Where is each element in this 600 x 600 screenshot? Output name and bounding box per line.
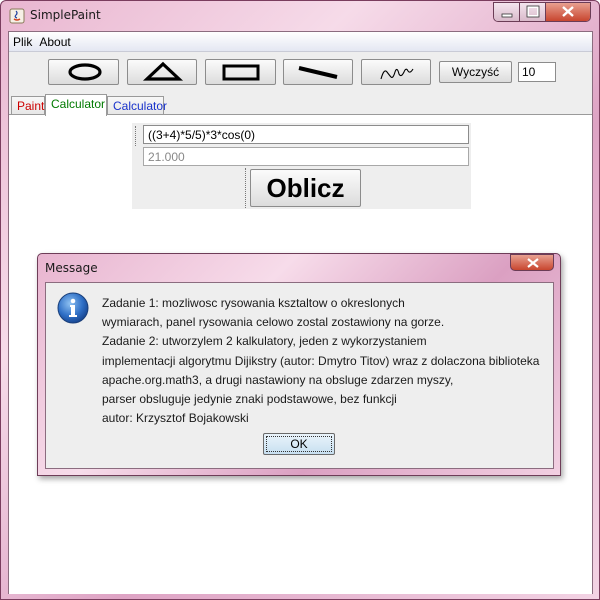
message-line: Zadanie 1: mozliwosc rysowania ksztaltow… [102, 296, 405, 310]
brush-size-input[interactable]: 10 [518, 62, 556, 82]
java-app-icon [9, 8, 25, 24]
rectangle-tool-button[interactable] [205, 59, 276, 85]
maximize-button[interactable] [520, 3, 546, 21]
tab-paint[interactable]: Paint [11, 96, 45, 115]
tab-calculator-2[interactable]: Calculator [107, 96, 167, 115]
minimize-icon [501, 13, 513, 18]
message-dialog: Message Zadanie 1: mozliwosc rysowania k… [37, 253, 561, 476]
dialog-title: Message [45, 261, 98, 275]
window-title: SimplePaint [30, 8, 101, 22]
message-line: Zadanie 2: utworzylem 2 kalkulatory, jed… [102, 334, 427, 349]
triangle-icon [142, 61, 184, 81]
close-icon [562, 6, 574, 17]
line-tool-button[interactable] [283, 59, 353, 85]
info-icon [57, 292, 89, 324]
toolbar-grip-2[interactable] [245, 168, 247, 208]
message-line: autor: Krzysztof Bojakowski [102, 411, 249, 426]
dialog-close-button[interactable] [510, 254, 554, 271]
ellipse-tool-button[interactable] [48, 59, 119, 85]
tab-calculator-1[interactable]: Calculator [45, 94, 107, 116]
rectangle-icon [222, 64, 260, 81]
message-line: wymiarach, panel rysowania celowo zostal… [102, 315, 445, 330]
clear-button[interactable]: Wyczyść [439, 61, 512, 83]
message-line: apache.org.math3, a drugi nastawiony na … [102, 372, 454, 387]
minimize-button[interactable] [494, 3, 520, 21]
menu-plik[interactable]: Plik [9, 32, 35, 51]
dialog-body: Zadanie 1: mozliwosc rysowania ksztaltow… [45, 282, 554, 469]
freehand-icon [380, 68, 414, 80]
message-line: implementacji algorytmu Dijikstry (autor… [102, 353, 540, 368]
message-text: Zadanie 1: mozliwosc rysowania ksztaltow… [102, 294, 552, 428]
compute-button[interactable]: Oblicz [250, 169, 361, 207]
maximize-icon [526, 5, 540, 18]
ok-button[interactable]: OK [263, 433, 335, 455]
expression-input[interactable]: ((3+4)*5/5)*3*cos(0) [143, 125, 469, 144]
line-icon [298, 66, 338, 79]
close-button[interactable] [546, 3, 590, 21]
ellipse-icon [68, 63, 102, 81]
toolbar-grip[interactable] [135, 126, 137, 146]
calculator-panel: ((3+4)*5/5)*3*cos(0) 21.000 Oblicz [132, 123, 471, 209]
message-line: parser obsluguje jedynie znaki podstawow… [102, 392, 397, 407]
title-bar[interactable]: SimplePaint [1, 1, 599, 31]
triangle-tool-button[interactable] [127, 59, 197, 85]
toolbar: Wyczyść 10 [9, 52, 592, 92]
menu-about[interactable]: About [35, 32, 73, 51]
window-controls [493, 2, 591, 22]
close-icon [527, 258, 539, 268]
menu-bar: Plik About [9, 32, 592, 52]
freehand-tool-button[interactable] [361, 59, 431, 85]
result-field: 21.000 [143, 147, 469, 166]
